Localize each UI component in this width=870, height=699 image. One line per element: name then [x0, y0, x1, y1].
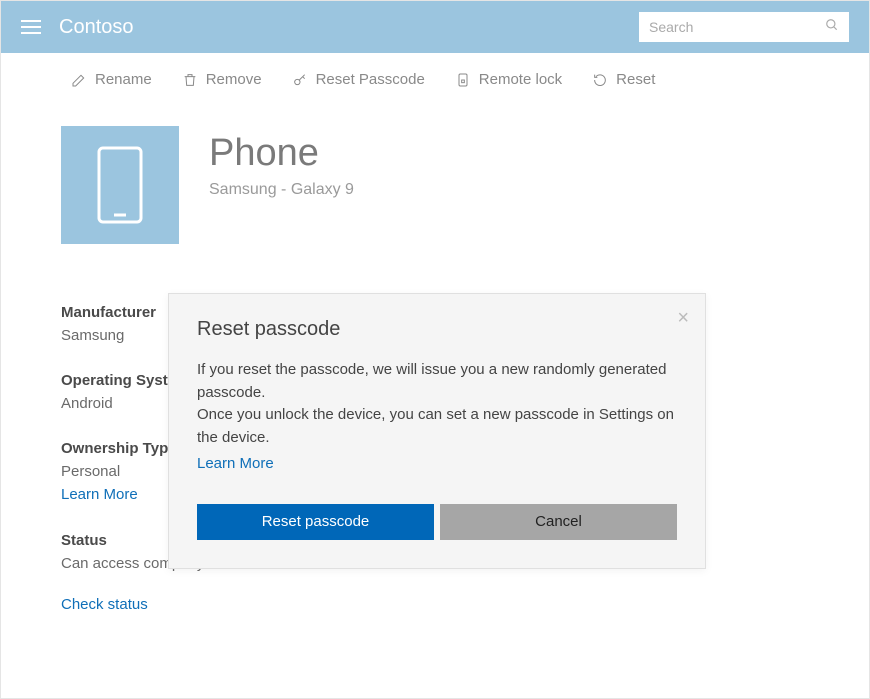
search-box[interactable]	[639, 12, 849, 42]
toolbar: Rename Remove Reset Passcode Remote lock…	[1, 53, 869, 106]
search-icon[interactable]	[825, 18, 839, 37]
reset-passcode-dialog: × Reset passcode If you reset the passco…	[168, 293, 706, 569]
search-input[interactable]	[649, 19, 819, 35]
reset-icon	[592, 72, 608, 88]
reset-button[interactable]: Reset	[592, 71, 655, 88]
dialog-text-2: Once you unlock the device, you can set …	[197, 406, 674, 446]
app-header: Contoso	[1, 1, 869, 53]
trash-icon	[182, 72, 198, 88]
hamburger-menu-icon[interactable]	[21, 20, 41, 34]
dialog-text-1: If you reset the passcode, we will issue…	[197, 361, 666, 401]
reset-passcode-confirm-button[interactable]: Reset passcode	[197, 504, 434, 540]
dialog-title: Reset passcode	[197, 318, 677, 341]
rename-label: Rename	[95, 71, 152, 88]
header-left: Contoso	[21, 16, 134, 39]
reset-label: Reset	[616, 71, 655, 88]
cancel-button[interactable]: Cancel	[440, 504, 677, 540]
device-tile	[61, 126, 179, 244]
device-header: Phone Samsung - Galaxy 9	[61, 126, 869, 244]
device-title: Phone	[209, 132, 354, 175]
remove-button[interactable]: Remove	[182, 71, 262, 88]
remote-lock-label: Remote lock	[479, 71, 562, 88]
dialog-learn-more-link[interactable]: Learn More	[197, 453, 274, 476]
key-icon	[292, 72, 308, 88]
ownership-learn-more-link[interactable]: Learn More	[61, 486, 138, 503]
phone-icon	[97, 146, 143, 224]
remote-lock-button[interactable]: Remote lock	[455, 71, 562, 88]
brand-title: Contoso	[59, 16, 134, 39]
dialog-buttons: Reset passcode Cancel	[197, 504, 677, 540]
reset-passcode-label: Reset Passcode	[316, 71, 425, 88]
check-status-link[interactable]: Check status	[61, 596, 148, 613]
remove-label: Remove	[206, 71, 262, 88]
rename-button[interactable]: Rename	[71, 71, 152, 88]
close-icon[interactable]: ×	[677, 308, 689, 328]
device-info: Phone Samsung - Galaxy 9	[209, 126, 354, 199]
reset-passcode-button[interactable]: Reset Passcode	[292, 71, 425, 88]
lock-device-icon	[455, 72, 471, 88]
device-subtitle: Samsung - Galaxy 9	[209, 181, 354, 199]
dialog-body: If you reset the passcode, we will issue…	[197, 359, 677, 476]
pencil-icon	[71, 72, 87, 88]
